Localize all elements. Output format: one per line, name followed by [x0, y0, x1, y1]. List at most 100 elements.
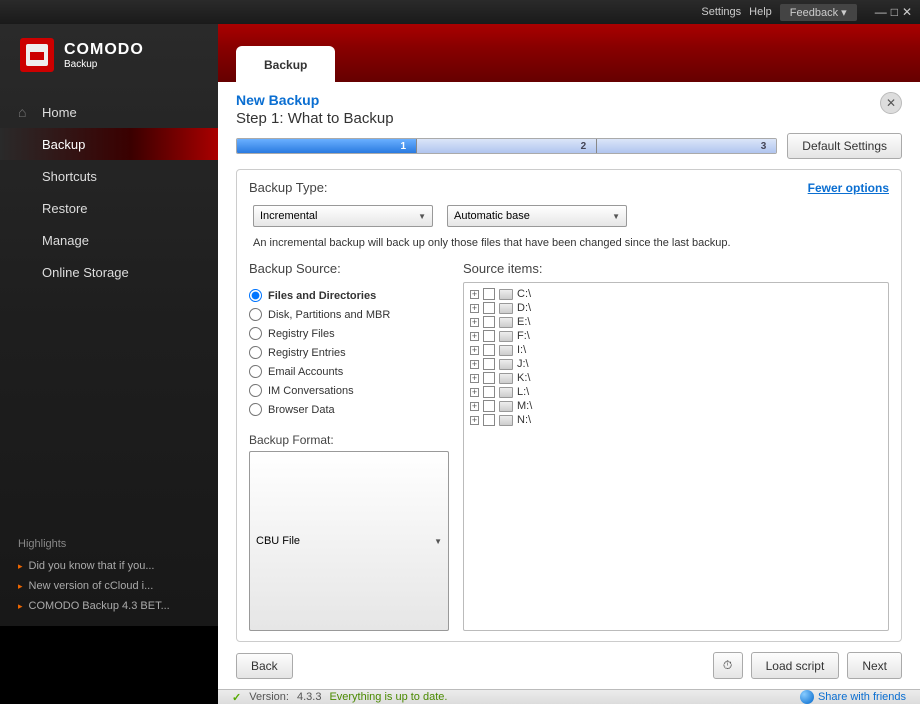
- source-tree[interactable]: +C:\+D:\+E:\+F:\+I:\+J:\+K:\+L:\+M:\+N:\: [463, 282, 889, 631]
- nav-online-storage[interactable]: Online Storage: [0, 256, 218, 288]
- source-option[interactable]: Registry Files: [249, 324, 449, 343]
- drive-icon: [499, 331, 513, 342]
- drive-item[interactable]: + E:\: [470, 315, 882, 329]
- drive-checkbox[interactable]: [483, 400, 495, 412]
- expand-icon[interactable]: +: [470, 332, 479, 341]
- source-radio[interactable]: [249, 289, 262, 302]
- expand-icon[interactable]: +: [470, 290, 479, 299]
- source-option[interactable]: Registry Entries: [249, 343, 449, 362]
- drive-item[interactable]: + F:\: [470, 329, 882, 343]
- highlights-heading: Highlights: [0, 526, 218, 556]
- globe-icon: [800, 690, 814, 704]
- source-radio[interactable]: [249, 327, 262, 340]
- expand-icon[interactable]: +: [470, 402, 479, 411]
- drive-item[interactable]: + M:\: [470, 399, 882, 413]
- default-settings-button[interactable]: Default Settings: [787, 133, 902, 159]
- type-description: An incremental backup will back up only …: [253, 237, 885, 249]
- step-title: Step 1: What to Backup: [236, 110, 880, 127]
- schedule-icon-button[interactable]: ⏱: [713, 652, 743, 679]
- load-script-button[interactable]: Load script: [751, 652, 840, 679]
- drive-icon: [499, 317, 513, 328]
- drive-checkbox[interactable]: [483, 344, 495, 356]
- drive-checkbox[interactable]: [483, 302, 495, 314]
- step-2-segment[interactable]: 2: [417, 139, 597, 153]
- wizard-progress: 1 2 3: [236, 138, 777, 154]
- brand-name: COMODO: [64, 41, 144, 58]
- drive-checkbox[interactable]: [483, 358, 495, 370]
- settings-link[interactable]: Settings: [701, 6, 741, 18]
- close-icon[interactable]: ✕: [880, 92, 902, 114]
- base-select[interactable]: Automatic base▼: [447, 205, 627, 227]
- drive-item[interactable]: +I:\: [470, 343, 882, 357]
- source-radio[interactable]: [249, 403, 262, 416]
- backup-format-label: Backup Format:: [249, 433, 449, 447]
- backup-source-label: Backup Source:: [249, 261, 449, 276]
- chevron-down-icon: ▼: [418, 212, 426, 221]
- source-radio[interactable]: [249, 346, 262, 359]
- drive-label: C:\: [517, 288, 531, 300]
- drive-label: E:\: [517, 316, 530, 328]
- drive-checkbox[interactable]: [483, 288, 495, 300]
- drive-checkbox[interactable]: [483, 372, 495, 384]
- source-option[interactable]: IM Conversations: [249, 381, 449, 400]
- drive-icon: [499, 415, 513, 426]
- fewer-options-link[interactable]: Fewer options: [808, 181, 889, 195]
- backup-format-select[interactable]: CBU File▼: [249, 451, 449, 631]
- feed-item[interactable]: New version of cCloud i...: [18, 576, 200, 596]
- nav-restore[interactable]: Restore: [0, 192, 218, 224]
- drive-checkbox[interactable]: [483, 386, 495, 398]
- source-radio[interactable]: [249, 384, 262, 397]
- logo-icon: [20, 38, 54, 72]
- feedback-dropdown[interactable]: Feedback ▾: [780, 4, 857, 21]
- nav-shortcuts[interactable]: Shortcuts: [0, 160, 218, 192]
- source-radio[interactable]: [249, 365, 262, 378]
- drive-checkbox[interactable]: [483, 316, 495, 328]
- minimize-icon[interactable]: —: [875, 5, 887, 19]
- backup-type-label: Backup Type:: [249, 180, 328, 195]
- drive-icon: [499, 387, 513, 398]
- source-option[interactable]: Email Accounts: [249, 362, 449, 381]
- drive-checkbox[interactable]: [483, 414, 495, 426]
- maximize-icon[interactable]: □: [891, 5, 898, 19]
- tab-backup[interactable]: Backup: [236, 46, 335, 82]
- feed-item[interactable]: COMODO Backup 4.3 BET...: [18, 596, 200, 616]
- next-button[interactable]: Next: [847, 652, 902, 679]
- share-link[interactable]: Share with friends: [800, 690, 906, 704]
- drive-item[interactable]: + D:\: [470, 301, 882, 315]
- drive-item[interactable]: + C:\: [470, 287, 882, 301]
- nav-backup[interactable]: Backup: [0, 128, 218, 160]
- step-1-segment[interactable]: 1: [237, 139, 417, 153]
- back-button[interactable]: Back: [236, 653, 293, 679]
- help-link[interactable]: Help: [749, 6, 772, 18]
- drive-item[interactable]: + L:\: [470, 385, 882, 399]
- drive-item[interactable]: +J:\: [470, 357, 882, 371]
- expand-icon[interactable]: +: [470, 346, 479, 355]
- expand-icon[interactable]: +: [470, 304, 479, 313]
- backup-type-select[interactable]: Incremental▼: [253, 205, 433, 227]
- feed-item[interactable]: Did you know that if you...: [18, 556, 200, 576]
- drive-checkbox[interactable]: [483, 330, 495, 342]
- close-window-icon[interactable]: ✕: [902, 5, 912, 19]
- drive-label: L:\: [517, 386, 529, 398]
- drive-label: D:\: [517, 302, 531, 314]
- drive-item[interactable]: +N:\: [470, 413, 882, 427]
- source-option[interactable]: Browser Data: [249, 400, 449, 419]
- nav-manage[interactable]: Manage: [0, 224, 218, 256]
- source-option[interactable]: Disk, Partitions and MBR: [249, 305, 449, 324]
- drive-item[interactable]: +K:\: [470, 371, 882, 385]
- chevron-down-icon: ▼: [434, 537, 442, 546]
- expand-icon[interactable]: +: [470, 374, 479, 383]
- expand-icon[interactable]: +: [470, 388, 479, 397]
- expand-icon[interactable]: +: [470, 360, 479, 369]
- expand-icon[interactable]: +: [470, 416, 479, 425]
- version-label: Version:: [249, 691, 289, 703]
- expand-icon[interactable]: +: [470, 318, 479, 327]
- drive-icon: [499, 373, 513, 384]
- drive-label: F:\: [517, 330, 530, 342]
- brand-logo: COMODO Backup: [0, 24, 218, 86]
- source-option[interactable]: Files and Directories: [249, 286, 449, 305]
- drive-label: M:\: [517, 400, 532, 412]
- step-3-segment[interactable]: 3: [597, 139, 776, 153]
- nav-home[interactable]: Home: [0, 96, 218, 128]
- source-radio[interactable]: [249, 308, 262, 321]
